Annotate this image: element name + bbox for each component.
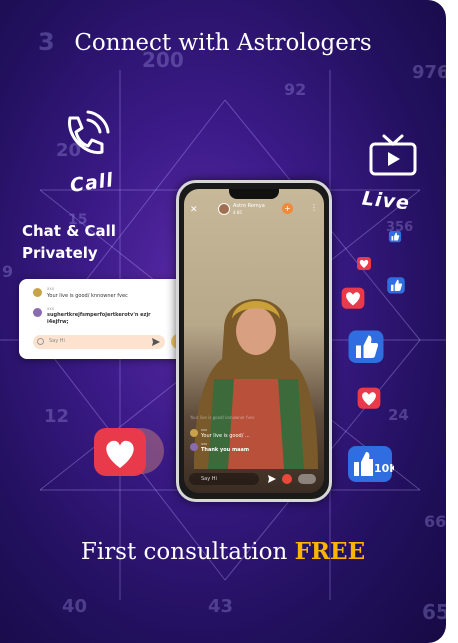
heart-reaction-icon <box>357 387 381 409</box>
chat-input[interactable]: Say Hi <box>33 335 165 349</box>
bg-number: 9 <box>2 262 14 281</box>
bg-number: 43 <box>208 596 234 617</box>
page-title: Connect with Astrologers <box>74 30 372 56</box>
chat-bubble-icon <box>37 338 44 345</box>
comment-input-placeholder: Say Hi <box>201 476 217 482</box>
live-stream-screen: ✕ Astro Remya 4.85 + ⋮ Your live is good… <box>184 189 324 493</box>
like-reaction-icon <box>387 277 405 294</box>
avatar <box>190 443 198 451</box>
chat-input-placeholder: Say Hi <box>49 338 65 344</box>
bg-number: 92 <box>284 80 307 99</box>
phone-call-icon <box>68 110 110 155</box>
promo-card: 3 200 976 92 20 15 9 12 24 356 66 40 43 … <box>0 0 446 643</box>
phone-notch <box>229 189 279 199</box>
host-avatar <box>218 203 230 215</box>
astrologer-video <box>194 299 318 469</box>
chat-name: xxx <box>47 306 55 311</box>
follow-button[interactable]: + <box>282 203 293 214</box>
chat-label-line1: Chat & Call <box>22 222 116 240</box>
comment-text: Your live is good/ ... <box>201 433 250 439</box>
comment-input[interactable]: Say Hi <box>189 473 259 485</box>
comment-faded: Your live is good/ knnowner fvec <box>190 415 255 420</box>
chat-message: sughertkrejfsmperfojertkerotv'n ezjr i4e… <box>47 312 151 325</box>
svg-text:10K: 10K <box>374 462 394 475</box>
bg-number: 12 <box>44 406 70 427</box>
bg-number: 66 <box>424 512 446 531</box>
like-reaction-icon <box>388 230 402 243</box>
heart-reaction-icon <box>94 428 146 476</box>
comment-name: xxx <box>201 442 208 446</box>
comment-text: Thank you maam <box>201 447 250 453</box>
close-icon[interactable]: ✕ <box>190 205 198 215</box>
host-rating: 4.85 <box>233 210 242 215</box>
chat-label-line2: Privately <box>22 244 98 262</box>
heart-reaction-icon <box>341 287 365 309</box>
heart-reaction-icon <box>357 257 371 270</box>
share-icon[interactable] <box>298 474 316 484</box>
bg-number: 24 <box>388 406 409 424</box>
chat-name: xxx <box>47 286 55 291</box>
live-tv-icon <box>369 134 417 176</box>
phone-mockup: ✕ Astro Remya 4.85 + ⋮ Your live is good… <box>176 180 332 502</box>
gift-icon[interactable] <box>282 474 292 484</box>
send-icon[interactable] <box>268 475 276 483</box>
avatar <box>33 308 42 317</box>
chat-message: Your live is good/ knnowner fvec <box>47 293 128 299</box>
footer-highlight: FREE <box>294 538 366 565</box>
footer-prefix: First consultation <box>80 539 295 565</box>
like-10k-reaction-icon: 10K <box>348 446 394 482</box>
host-name: Astro Remya <box>233 203 265 209</box>
avatar <box>190 429 198 437</box>
bg-number: 65 <box>422 600 446 624</box>
more-icon[interactable]: ⋮ <box>310 203 318 212</box>
like-reaction-icon <box>348 330 384 363</box>
send-icon[interactable] <box>152 338 160 346</box>
bg-number: 40 <box>62 596 88 617</box>
free-consultation-text: First consultation FREE <box>0 538 446 565</box>
bg-number: 976 <box>412 62 446 83</box>
avatar <box>33 288 42 297</box>
comment-name: xxx <box>201 428 208 432</box>
